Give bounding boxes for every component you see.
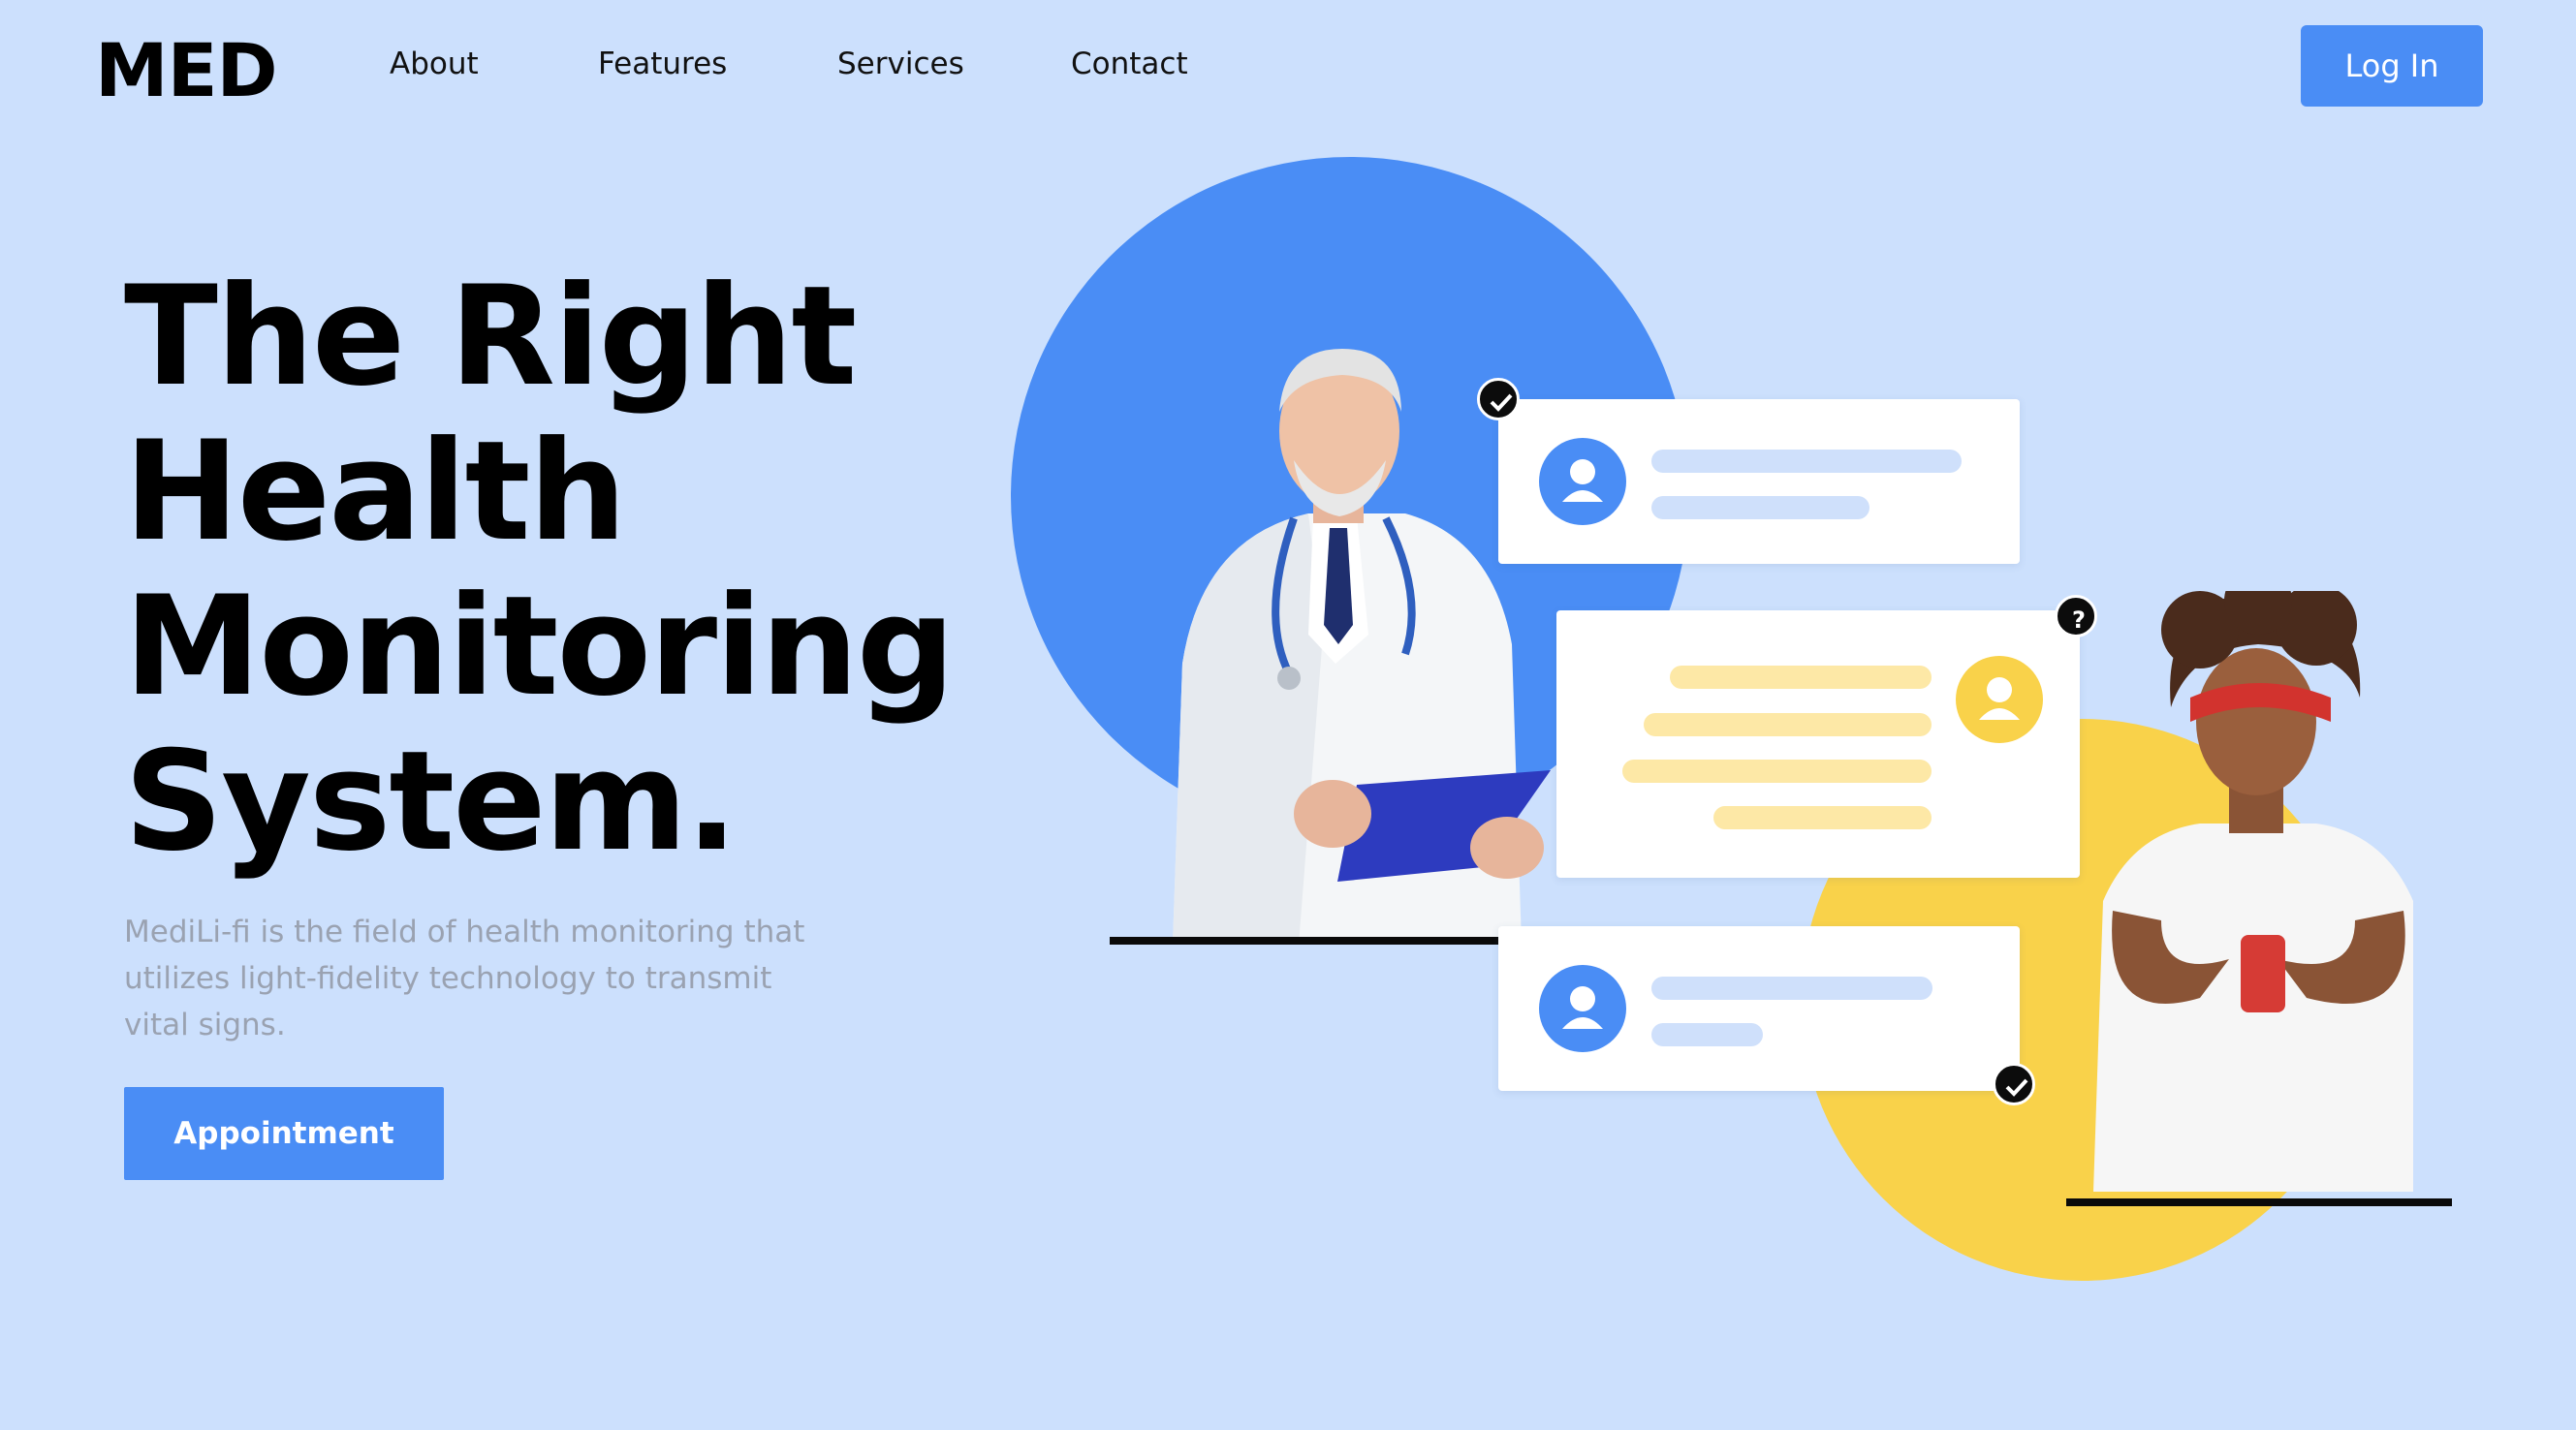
question-icon: ? [2055, 595, 2097, 637]
logo[interactable]: MED [95, 27, 278, 113]
hero-title-line: System. [124, 722, 738, 882]
hero-description: MediLi-fi is the field of health monitor… [124, 915, 805, 1042]
appointment-button[interactable]: Appointment [124, 1087, 444, 1180]
hero-title-line: Monitoring [124, 567, 956, 727]
user-avatar-icon [1539, 438, 1626, 525]
placeholder-bar [1651, 496, 1869, 519]
check-icon [1993, 1063, 2035, 1105]
nav-about[interactable]: About [390, 47, 479, 81]
doctor-ground-line [1110, 937, 1507, 945]
user-avatar-icon [1956, 656, 2043, 743]
placeholder-bar [1713, 806, 1932, 829]
placeholder-bar [1622, 760, 1932, 783]
placeholder-bar [1644, 713, 1932, 736]
message-card-3 [1498, 926, 2020, 1091]
nav-contact[interactable]: Contact [1071, 47, 1188, 81]
patient-photo [2093, 591, 2413, 1192]
user-avatar-icon [1539, 965, 1626, 1052]
check-icon [1477, 378, 1520, 420]
nav-features[interactable]: Features [598, 47, 727, 81]
login-button[interactable]: Log In [2301, 25, 2483, 107]
message-card-2 [1556, 610, 2080, 878]
hero-title: The Right Health Monitoring System. [124, 260, 996, 880]
placeholder-bar [1670, 666, 1932, 689]
placeholder-bar [1651, 1023, 1763, 1046]
landing-page: MED About Features Services Contact Log … [0, 0, 2576, 1430]
placeholder-bar [1651, 450, 1962, 473]
hero-title-line: Health [124, 412, 627, 572]
message-card-1 [1498, 399, 2020, 564]
svg-text:?: ? [2072, 606, 2086, 634]
hero-title-line: The Right [124, 257, 857, 417]
placeholder-bar [1651, 977, 1932, 1000]
nav-services[interactable]: Services [837, 47, 964, 81]
patient-ground-line [2066, 1198, 2452, 1206]
